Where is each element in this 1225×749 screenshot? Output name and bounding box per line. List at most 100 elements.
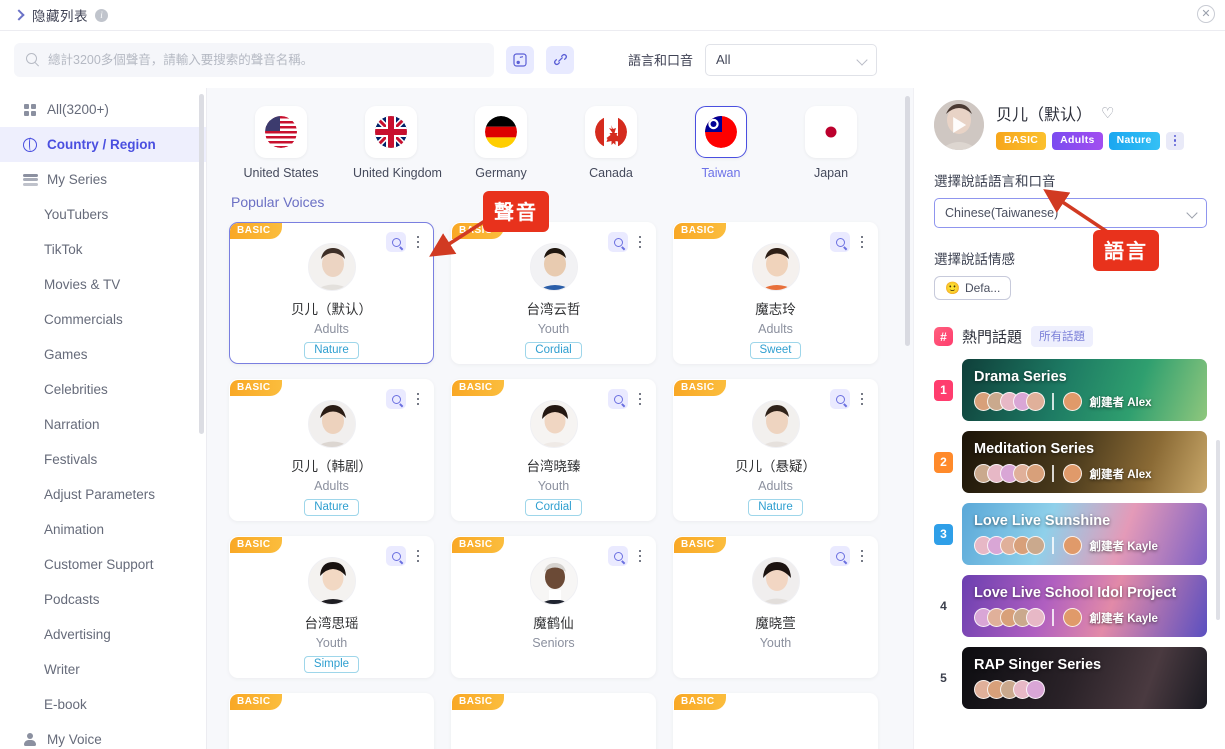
topic-row[interactable]: 1 Drama Series 創建者 Alex: [934, 359, 1207, 421]
voice-card[interactable]: BASIC 贝儿（默认） Adults Nature: [229, 222, 434, 364]
music-note-icon[interactable]: [506, 45, 534, 74]
sidebar-item-animation[interactable]: Animation: [0, 512, 206, 547]
more-vertical-icon[interactable]: [855, 391, 869, 407]
voice-card[interactable]: BASIC 台湾思瑶 Youth Simple: [229, 536, 434, 678]
heart-icon[interactable]: ♡: [1101, 104, 1114, 122]
topic-card[interactable]: Love Live School Idol Project 創建者 Kayle: [962, 575, 1207, 637]
voice-card[interactable]: BASIC 台湾云哲 Youth Cordial: [451, 222, 656, 364]
preview-search-icon[interactable]: [830, 546, 850, 566]
more-vertical-icon[interactable]: [411, 234, 425, 250]
voice-age-group: Youth: [759, 636, 792, 650]
voice-card[interactable]: BASIC: [673, 693, 878, 749]
voice-card-tools: [608, 232, 647, 252]
preview-search-icon[interactable]: [608, 546, 628, 566]
sidebar-item-customer-support[interactable]: Customer Support: [0, 547, 206, 582]
preview-search-icon[interactable]: [608, 389, 628, 409]
more-vertical-icon[interactable]: [411, 391, 425, 407]
voice-name: 台湾云哲: [526, 302, 581, 317]
center-scrollbar[interactable]: [905, 96, 910, 346]
sidebar-item-commercials[interactable]: Commercials: [0, 302, 206, 337]
topic-row[interactable]: 4 Love Live School Idol Project 創建者 Kayle: [934, 575, 1207, 637]
sidebar-item-narration[interactable]: Narration: [0, 407, 206, 442]
voice-age-group: Youth: [537, 479, 570, 493]
emotion-chip[interactable]: 🙂 Defa...: [934, 276, 1012, 300]
topic-row[interactable]: 2 Meditation Series 創建者 Alex: [934, 431, 1207, 493]
voice-card[interactable]: BASIC 魔志玲 Adults Sweet: [673, 222, 878, 364]
sidebar-item-tiktok[interactable]: TikTok: [0, 232, 206, 267]
preview-search-icon[interactable]: [830, 389, 850, 409]
sidebar-item-adjust-parameters[interactable]: Adjust Parameters: [0, 477, 206, 512]
sidebar-item-games[interactable]: Games: [0, 337, 206, 372]
more-vertical-icon[interactable]: [633, 391, 647, 407]
topic-card[interactable]: Drama Series 創建者 Alex: [962, 359, 1207, 421]
topic-card[interactable]: Love Live Sunshine 創建者 Kayle: [962, 503, 1207, 565]
play-icon[interactable]: [953, 117, 967, 133]
avatar: [751, 243, 800, 291]
more-vertical-icon[interactable]: [855, 548, 869, 564]
sidebar-item-e-book[interactable]: E-book: [0, 687, 206, 722]
country-name: Japan: [813, 166, 849, 180]
country-item-taiwan[interactable]: Taiwan: [683, 106, 759, 180]
voice-card[interactable]: BASIC 魔晓萱 Youth: [673, 536, 878, 678]
language-filter-select[interactable]: All: [705, 43, 878, 76]
topic-row[interactable]: 5 RAP Singer Series: [934, 647, 1207, 709]
sidebar-item-my-voice[interactable]: My Voice: [0, 722, 206, 749]
sidebar-item-youtubers[interactable]: YouTubers: [0, 197, 206, 232]
country-item-united-kingdom[interactable]: United Kingdom: [353, 106, 442, 180]
preview-search-icon[interactable]: [830, 232, 850, 252]
language-dropdown[interactable]: Chinese(Taiwanese): [934, 198, 1207, 228]
close-icon[interactable]: ✕: [1197, 5, 1215, 23]
preview-search-icon[interactable]: [386, 389, 406, 409]
sidebar-item-podcasts[interactable]: Podcasts: [0, 582, 206, 617]
sidebar-list: All(3200+) Country / Region My Series YouTu…: [0, 92, 206, 749]
more-vertical-icon[interactable]: [633, 548, 647, 564]
chevron-right-icon[interactable]: [12, 8, 26, 22]
sidebar-scrollbar[interactable]: [199, 94, 204, 434]
sidebar-item-label: Animation: [44, 522, 105, 537]
preview-search-icon[interactable]: [608, 232, 628, 252]
search-box[interactable]: [14, 42, 494, 77]
topic-card[interactable]: RAP Singer Series: [962, 647, 1207, 709]
sidebar-item-all-3200[interactable]: All(3200+): [0, 92, 206, 127]
sidebar-item-movies-tv[interactable]: Movies & TV: [0, 267, 206, 302]
link-icon[interactable]: [546, 45, 574, 74]
voice-card[interactable]: BASIC 贝儿（悬疑） Adults Nature: [673, 379, 878, 521]
all-topics-button[interactable]: 所有話題: [1031, 326, 1094, 347]
topic-card[interactable]: Meditation Series 創建者 Alex: [962, 431, 1207, 493]
country-flag-box: [585, 106, 637, 158]
link-glyph: [553, 53, 567, 66]
country-item-germany[interactable]: Germany: [463, 106, 539, 180]
sidebar-item-festivals[interactable]: Festivals: [0, 442, 206, 477]
avatar[interactable]: [934, 100, 984, 150]
more-vertical-icon[interactable]: [411, 548, 425, 564]
trending-topics-title: 熱門話題: [962, 329, 1023, 346]
info-icon[interactable]: i: [95, 8, 108, 22]
more-vertical-icon[interactable]: [1165, 131, 1184, 150]
country-item-japan[interactable]: Japan: [793, 106, 869, 180]
country-item-canada[interactable]: Canada: [573, 106, 649, 180]
more-vertical-icon[interactable]: [855, 234, 869, 250]
sidebar-item-country-region[interactable]: Country / Region: [0, 127, 206, 162]
hide-list-label[interactable]: 隐藏列表: [32, 5, 88, 25]
voice-card[interactable]: BASIC 魔鹤仙 Seniors: [451, 536, 656, 678]
sidebar-item-label: My Series: [47, 172, 108, 187]
preview-search-icon[interactable]: [386, 232, 406, 252]
country-item-united-states[interactable]: United States: [243, 106, 319, 180]
search-input[interactable]: [48, 52, 482, 67]
voice-card[interactable]: BASIC: [451, 693, 656, 749]
sidebar-item-celebrities[interactable]: Celebrities: [0, 372, 206, 407]
right-panel-scrollbar[interactable]: [1216, 440, 1220, 620]
preview-search-icon[interactable]: [386, 546, 406, 566]
topic-row[interactable]: 3 Love Live Sunshine 創建者 Kayle: [934, 503, 1207, 565]
chevron-down-icon: [856, 53, 868, 66]
voice-card[interactable]: BASIC 台湾晓臻 Youth Cordial: [451, 379, 656, 521]
flag-icon-germany: [485, 116, 517, 148]
sidebar-item-my-series[interactable]: My Series: [0, 162, 206, 197]
sidebar-item-writer[interactable]: Writer: [0, 652, 206, 687]
more-vertical-icon[interactable]: [633, 234, 647, 250]
voice-card[interactable]: BASIC 贝儿（韩剧） Adults Nature: [229, 379, 434, 521]
sidebar-item-label: Adjust Parameters: [44, 487, 156, 502]
sidebar-item-advertising[interactable]: Advertising: [0, 617, 206, 652]
person-icon: [24, 733, 36, 746]
voice-card[interactable]: BASIC: [229, 693, 434, 749]
